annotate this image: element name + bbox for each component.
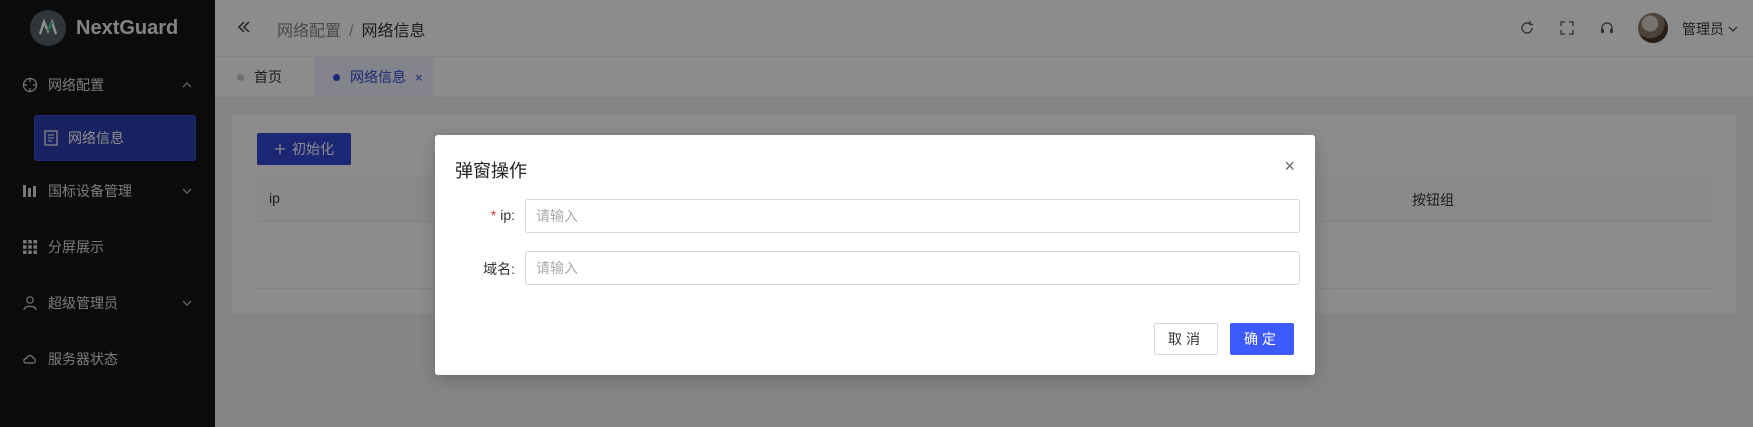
confirm-button[interactable]: 确定 (1230, 323, 1294, 355)
cancel-button[interactable]: 取消 (1154, 323, 1218, 355)
ip-input[interactable] (525, 199, 1300, 233)
domain-input[interactable] (525, 251, 1300, 285)
required-marker: * (490, 207, 497, 223)
modal-title: 弹窗操作 (455, 161, 527, 181)
domain-label: 域名: (483, 261, 515, 277)
ip-label: * ip: (490, 207, 515, 223)
close-icon[interactable]: × (1284, 157, 1295, 175)
modal-dialog: 弹窗操作 × *ip: 域名: 取消 确定 (435, 135, 1315, 375)
